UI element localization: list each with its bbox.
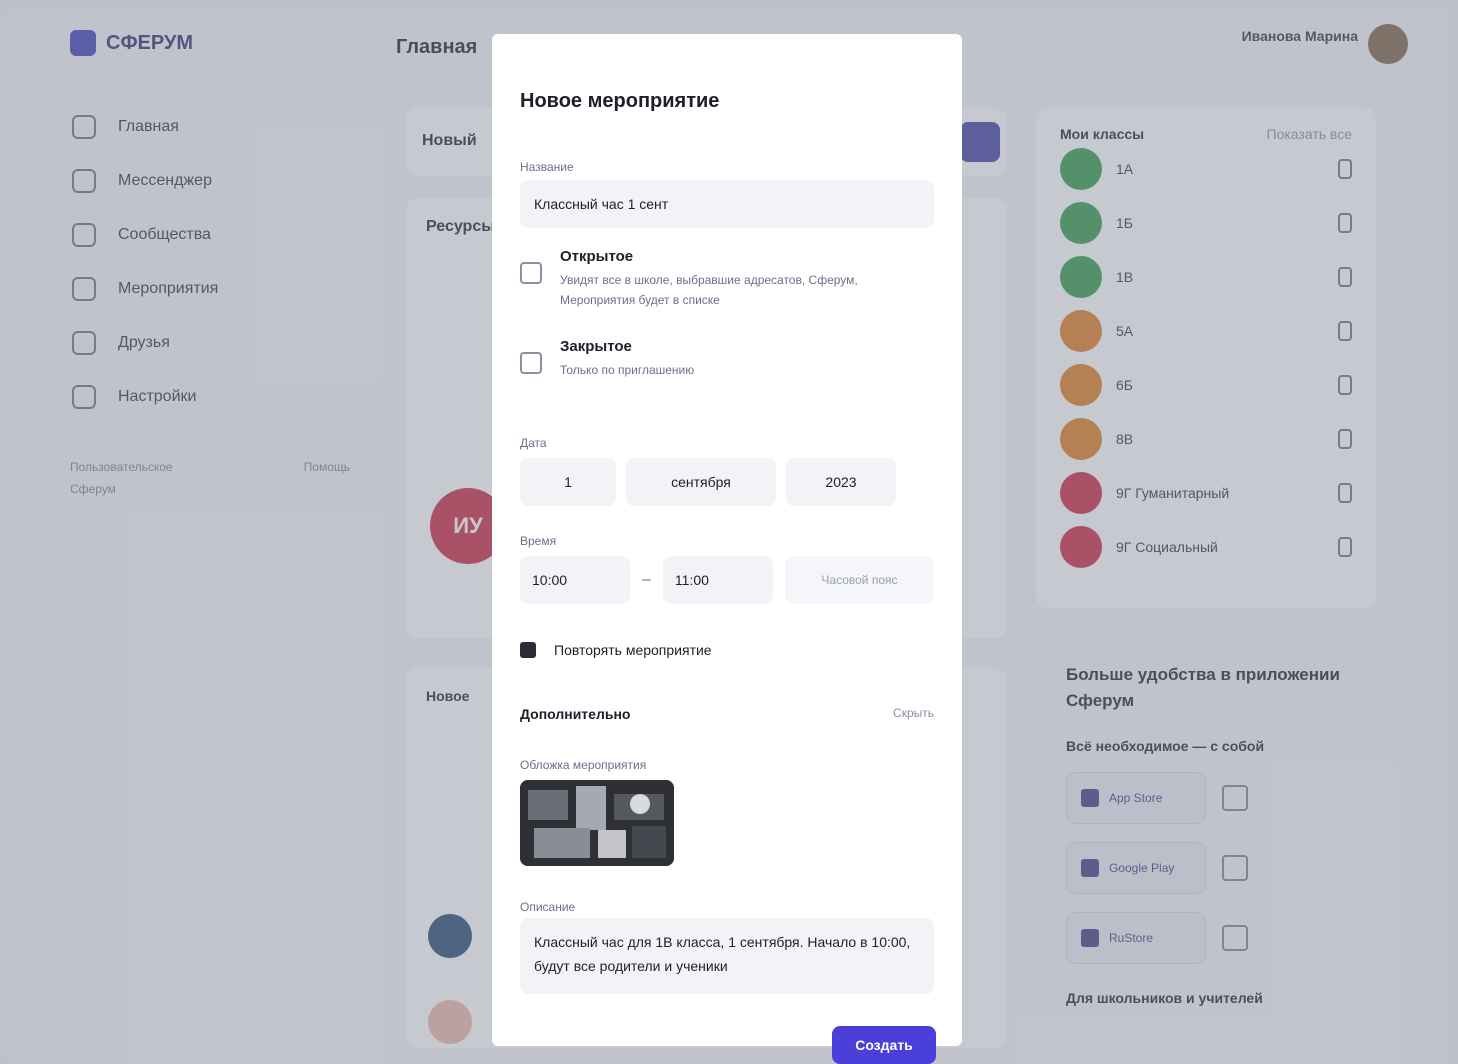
option-public-desc: Увидят все в школе, выбравшие адресатов,… bbox=[560, 273, 858, 307]
new-event-modal: Новое мероприятие Название Классный час … bbox=[492, 34, 962, 1064]
time-row: 10:00 – 11:00 Часовой пояс bbox=[520, 556, 934, 604]
name-label: Название bbox=[520, 160, 574, 174]
optional-toggle-link[interactable]: Скрыть bbox=[893, 706, 934, 722]
radio-icon[interactable] bbox=[520, 262, 542, 284]
date-row: 1 сентября 2023 bbox=[520, 458, 934, 506]
option-private-title: Закрытое bbox=[560, 338, 632, 355]
cover-image-art bbox=[520, 780, 674, 866]
option-public-title: Открытое bbox=[560, 248, 634, 265]
cover-image[interactable] bbox=[520, 780, 674, 866]
time-start-select[interactable]: 10:00 bbox=[520, 556, 630, 604]
repeat-checkbox-row[interactable]: Повторять мероприятие bbox=[520, 642, 712, 658]
event-name-input[interactable]: Классный час 1 сент bbox=[520, 180, 934, 228]
repeat-checkbox[interactable] bbox=[520, 642, 536, 658]
description-textarea[interactable]: Классный час для 1В класса, 1 сентября. … bbox=[520, 918, 934, 994]
create-event-button[interactable]: Создать bbox=[832, 1026, 936, 1064]
radio-icon[interactable] bbox=[520, 352, 542, 374]
time-separator: – bbox=[642, 571, 651, 588]
optional-title: Дополнительно bbox=[520, 706, 631, 722]
option-public[interactable]: Открытое Увидят все в школе, выбравшие а… bbox=[520, 246, 934, 310]
modal-title: Новое мероприятие bbox=[520, 90, 720, 112]
option-private[interactable]: Закрытое Только по приглашению bbox=[520, 336, 934, 380]
date-year-select[interactable]: 2023 bbox=[786, 458, 896, 506]
date-month-select[interactable]: сентября bbox=[626, 458, 776, 506]
time-end-select[interactable]: 11:00 bbox=[662, 556, 773, 604]
date-day-select[interactable]: 1 bbox=[520, 458, 616, 506]
description-label: Описание bbox=[520, 900, 576, 914]
timezone-select[interactable]: Часовой пояс bbox=[784, 556, 934, 604]
option-private-desc: Только по приглашению bbox=[560, 363, 695, 377]
cover-label: Обложка мероприятия bbox=[520, 758, 647, 772]
date-label: Дата bbox=[520, 436, 547, 450]
repeat-checkbox-label: Повторять мероприятие bbox=[554, 642, 712, 658]
time-label: Время bbox=[520, 534, 557, 548]
optional-section-header: Дополнительно Скрыть bbox=[520, 706, 934, 722]
